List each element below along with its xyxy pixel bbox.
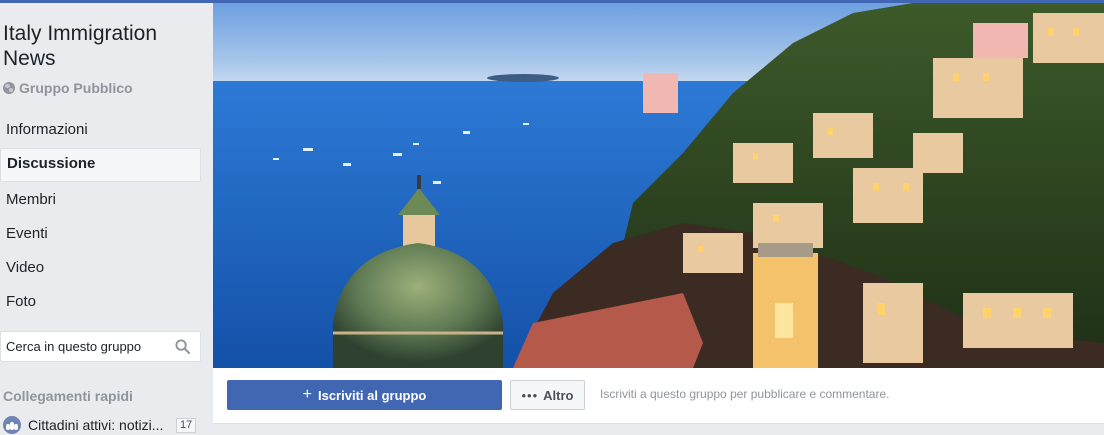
- quick-link-count: 17: [176, 417, 197, 433]
- group-privacy-label: Gruppo Pubblico: [19, 80, 133, 96]
- join-group-button[interactable]: + Iscriviti al gruppo: [227, 380, 502, 410]
- cover-photo: [213, 3, 1104, 368]
- group-privacy: Gruppo Pubblico: [3, 80, 133, 96]
- join-hint: Iscriviti a questo gruppo per pubblicare…: [600, 387, 890, 401]
- group-icon: [3, 416, 21, 434]
- join-group-label: Iscriviti al gruppo: [317, 387, 427, 403]
- group-action-bar: + Iscriviti al gruppo ••• Altro Iscrivit…: [213, 368, 1104, 424]
- sidebar-item-foto[interactable]: Foto: [0, 286, 201, 318]
- sidebar-item-informazioni[interactable]: Informazioni: [0, 114, 201, 146]
- group-search: [0, 331, 201, 362]
- plus-icon: +: [302, 386, 312, 403]
- quick-link-item[interactable]: Cittadini attivi: notizi... 17: [3, 415, 203, 435]
- ellipsis-icon: •••: [521, 387, 539, 403]
- group-name[interactable]: Italy Immigration News: [3, 21, 203, 71]
- more-button[interactable]: ••• Altro: [510, 380, 585, 410]
- sidebar-item-video[interactable]: Video: [0, 252, 201, 284]
- quick-links-title: Collegamenti rapidi: [3, 388, 133, 404]
- group-nav: Informazioni Discussione Membri Eventi V…: [0, 114, 201, 320]
- more-label: Altro: [543, 387, 574, 403]
- group-sidebar: Italy Immigration News Gruppo Pubblico I…: [0, 3, 212, 434]
- search-icon[interactable]: [175, 339, 190, 354]
- search-input[interactable]: [6, 332, 166, 361]
- sidebar-item-discussione[interactable]: Discussione: [0, 148, 201, 182]
- sidebar-item-membri[interactable]: Membri: [0, 184, 201, 216]
- sidebar-item-eventi[interactable]: Eventi: [0, 218, 201, 250]
- globe-icon: [3, 82, 15, 94]
